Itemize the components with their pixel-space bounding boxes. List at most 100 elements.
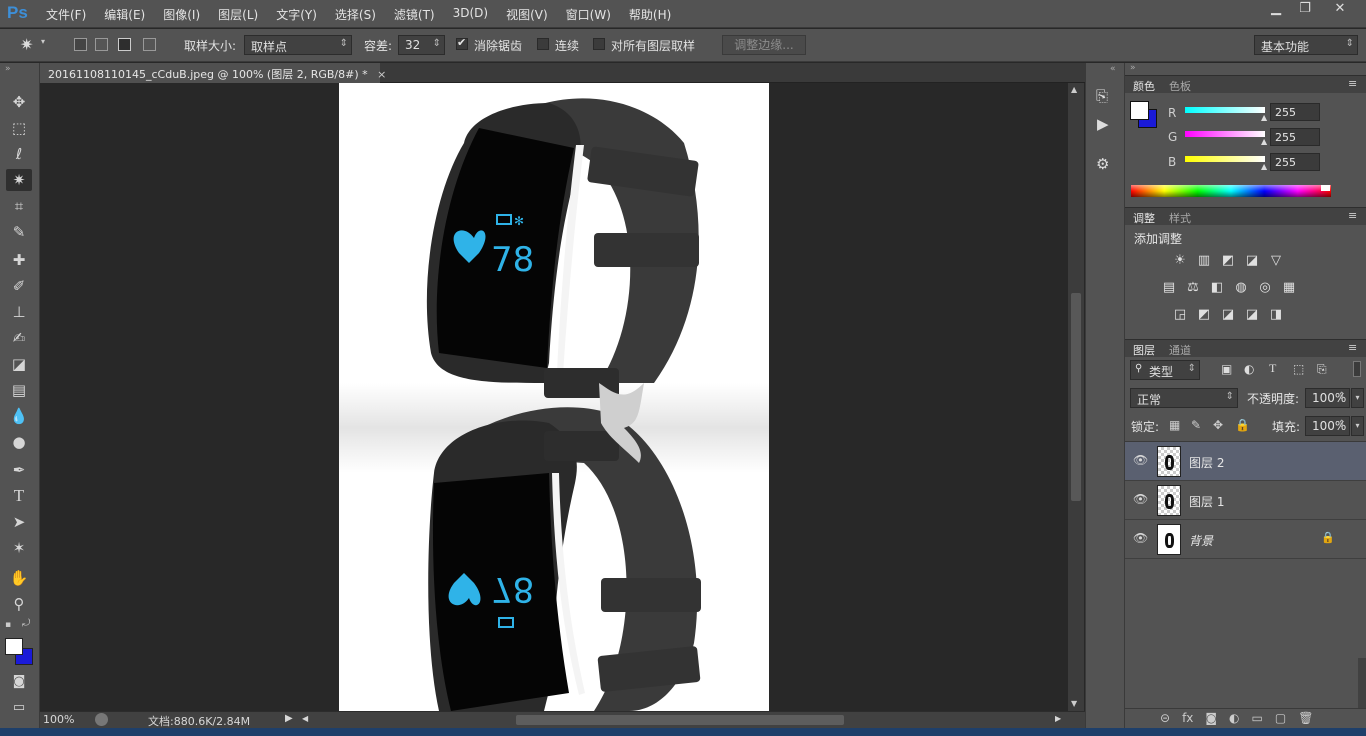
adjustment-row3-2-icon[interactable]: ◪ bbox=[1219, 307, 1237, 323]
layers-panel-menu-icon[interactable]: ≡ bbox=[1348, 341, 1357, 354]
hand-tool-icon[interactable]: ✋ bbox=[6, 567, 32, 589]
healing-brush-tool-icon[interactable]: ✚ bbox=[6, 249, 32, 271]
blue-channel-slider[interactable] bbox=[1185, 156, 1265, 162]
menu-item-10[interactable]: 帮助(H) bbox=[629, 6, 671, 23]
layers-scrollbar[interactable] bbox=[1358, 658, 1366, 708]
intersect-selection-icon[interactable] bbox=[143, 38, 156, 51]
menu-item-0[interactable]: 文件(F) bbox=[46, 6, 86, 23]
adjustment-row2-1-icon[interactable]: ⚖ bbox=[1184, 280, 1202, 296]
layers-footer-icon-6[interactable]: 🗑 bbox=[1298, 711, 1313, 725]
history-panel-icon[interactable]: ⎘ bbox=[1096, 87, 1108, 105]
tolerance-input[interactable]: 32 bbox=[398, 35, 445, 55]
blend-mode-select[interactable]: 正常 bbox=[1130, 388, 1238, 408]
red-channel-slider[interactable] bbox=[1185, 107, 1265, 113]
history-brush-tool-icon[interactable]: ✍ bbox=[6, 327, 32, 349]
adjustment-row1-1-icon[interactable]: ▥ bbox=[1195, 253, 1213, 269]
filter-smart-object-icon[interactable]: ⎘ bbox=[1317, 362, 1327, 377]
adjustment-row1-4-icon[interactable]: ▽ bbox=[1267, 253, 1285, 269]
adjustment-row3-1-icon[interactable]: ◩ bbox=[1195, 307, 1213, 323]
color-spectrum-bar[interactable] bbox=[1131, 185, 1331, 197]
layers-footer-icon-0[interactable]: ⊝ bbox=[1160, 711, 1170, 725]
zoom-tool-icon[interactable]: ⚲ bbox=[6, 593, 32, 615]
layer-thumbnail[interactable] bbox=[1157, 446, 1181, 477]
layer-filter-select[interactable]: ⚲ 类型 bbox=[1130, 360, 1200, 380]
refine-edge-button[interactable]: 调整边缘... bbox=[722, 35, 806, 55]
adjust-panel-menu-icon[interactable]: ≡ bbox=[1348, 209, 1357, 222]
document-tab-close-icon[interactable]: × bbox=[377, 68, 386, 81]
type-tool-icon[interactable]: T bbox=[6, 485, 32, 507]
status-info-icon[interactable] bbox=[95, 713, 108, 726]
layers-footer-icon-4[interactable]: ▭ bbox=[1252, 711, 1263, 725]
tab-adjustments[interactable]: 调整 bbox=[1133, 210, 1155, 226]
screen-mode-icon[interactable]: ▭ bbox=[6, 697, 32, 719]
eraser-tool-icon[interactable]: ◪ bbox=[6, 353, 32, 375]
scroll-left-icon[interactable]: ◀ bbox=[302, 714, 308, 723]
move-tool-icon[interactable]: ✥ bbox=[6, 91, 32, 113]
visibility-eye-icon[interactable]: 👁 bbox=[1133, 531, 1148, 545]
tab-swatches[interactable]: 色板 bbox=[1169, 78, 1191, 94]
green-channel-slider[interactable] bbox=[1185, 131, 1265, 137]
menu-item-5[interactable]: 选择(S) bbox=[335, 6, 376, 23]
eyedropper-tool-icon[interactable]: ✎ bbox=[6, 221, 32, 243]
adjustment-row1-2-icon[interactable]: ◩ bbox=[1219, 253, 1237, 269]
new-selection-icon[interactable] bbox=[74, 38, 87, 51]
spectrum-white-swatch[interactable] bbox=[1321, 185, 1330, 191]
fill-input[interactable]: 100% bbox=[1305, 416, 1350, 436]
brush-tool-icon[interactable]: ✐ bbox=[6, 275, 32, 297]
clone-stamp-tool-icon[interactable]: ⊥ bbox=[6, 301, 32, 323]
layer-row[interactable]: 👁 图层 1 bbox=[1125, 481, 1366, 520]
quick-mask-icon[interactable]: ◙ bbox=[6, 671, 32, 693]
layer-name[interactable]: 背景 bbox=[1189, 532, 1213, 549]
lock-image-icon[interactable]: ✎ bbox=[1191, 418, 1201, 432]
menu-item-8[interactable]: 视图(V) bbox=[506, 6, 548, 23]
foreground-color-swatch[interactable] bbox=[5, 638, 23, 655]
add-selection-icon[interactable] bbox=[95, 38, 108, 51]
lock-position-icon[interactable]: ✥ bbox=[1213, 418, 1223, 432]
red-channel-value[interactable]: 255 bbox=[1270, 103, 1320, 121]
panel-foreground-swatch[interactable] bbox=[1130, 101, 1149, 120]
zoom-level[interactable]: 100% bbox=[43, 713, 74, 726]
collapse-toolbox-icon[interactable]: » bbox=[5, 64, 11, 74]
magic-wand-preset-icon[interactable]: ✷ bbox=[20, 35, 33, 54]
fill-dropdown-icon[interactable]: ▾ bbox=[1351, 416, 1364, 436]
restore-button[interactable]: ❐ bbox=[1290, 0, 1320, 20]
layer-name[interactable]: 图层 2 bbox=[1189, 454, 1224, 471]
lock-all-icon[interactable]: 🔒 bbox=[1235, 418, 1250, 432]
properties-panel-icon[interactable]: ⚙ bbox=[1096, 155, 1109, 173]
color-panel-menu-icon[interactable]: ≡ bbox=[1348, 77, 1357, 90]
menu-item-9[interactable]: 窗口(W) bbox=[566, 6, 611, 23]
dodge-tool-icon[interactable]: ● bbox=[6, 431, 32, 453]
sample-size-select[interactable]: 取样点 bbox=[244, 35, 352, 55]
document-canvas[interactable]: 78 ✻ 78 bbox=[339, 83, 769, 711]
filter-toggle[interactable] bbox=[1353, 361, 1361, 377]
tab-color[interactable]: 颜色 bbox=[1133, 78, 1155, 94]
close-window-button[interactable]: ✕ bbox=[1320, 0, 1360, 20]
scroll-right-icon[interactable]: ▶ bbox=[1055, 714, 1061, 723]
horizontal-scroll-thumb[interactable] bbox=[516, 715, 844, 725]
tab-layers[interactable]: 图层 bbox=[1133, 342, 1155, 358]
adjustment-row1-0-icon[interactable]: ☀ bbox=[1171, 253, 1189, 269]
vertical-scroll-thumb[interactable] bbox=[1071, 293, 1081, 501]
tab-styles[interactable]: 样式 bbox=[1169, 210, 1191, 226]
expand-dock-icon[interactable]: « bbox=[1110, 64, 1116, 74]
adjustment-row1-3-icon[interactable]: ◪ bbox=[1243, 253, 1261, 269]
preset-dropdown-icon[interactable]: ▾ bbox=[41, 37, 45, 46]
marquee-tool-icon[interactable]: ⬚ bbox=[6, 117, 32, 139]
subtract-selection-icon[interactable] bbox=[118, 38, 131, 51]
lock-transparent-icon[interactable]: ▦ bbox=[1169, 418, 1180, 432]
magic-wand-tool-icon[interactable]: ✷ bbox=[6, 169, 32, 191]
minimize-button[interactable]: ▁ bbox=[1261, 0, 1291, 20]
gradient-tool-icon[interactable]: ▤ bbox=[6, 379, 32, 401]
adjustment-row2-2-icon[interactable]: ◧ bbox=[1208, 280, 1226, 296]
adjustment-row2-3-icon[interactable]: ◍ bbox=[1232, 280, 1250, 296]
blur-tool-icon[interactable]: 💧 bbox=[6, 405, 32, 427]
workspace-select[interactable]: 基本功能 bbox=[1254, 35, 1358, 55]
scroll-up-icon[interactable]: ▲ bbox=[1071, 85, 1077, 94]
document-tab[interactable]: 20161108110145_cCduB.jpeg @ 100% (图层 2, … bbox=[40, 63, 386, 83]
scroll-down-icon[interactable]: ▼ bbox=[1071, 699, 1077, 708]
collapse-panels-icon[interactable]: » bbox=[1130, 63, 1136, 73]
adjustment-row2-5-icon[interactable]: ▦ bbox=[1280, 280, 1298, 296]
actions-play-icon[interactable]: ▶ bbox=[1097, 115, 1109, 133]
sample-all-layers-checkbox[interactable] bbox=[593, 38, 605, 50]
adjustment-row3-0-icon[interactable]: ◲ bbox=[1171, 307, 1189, 323]
